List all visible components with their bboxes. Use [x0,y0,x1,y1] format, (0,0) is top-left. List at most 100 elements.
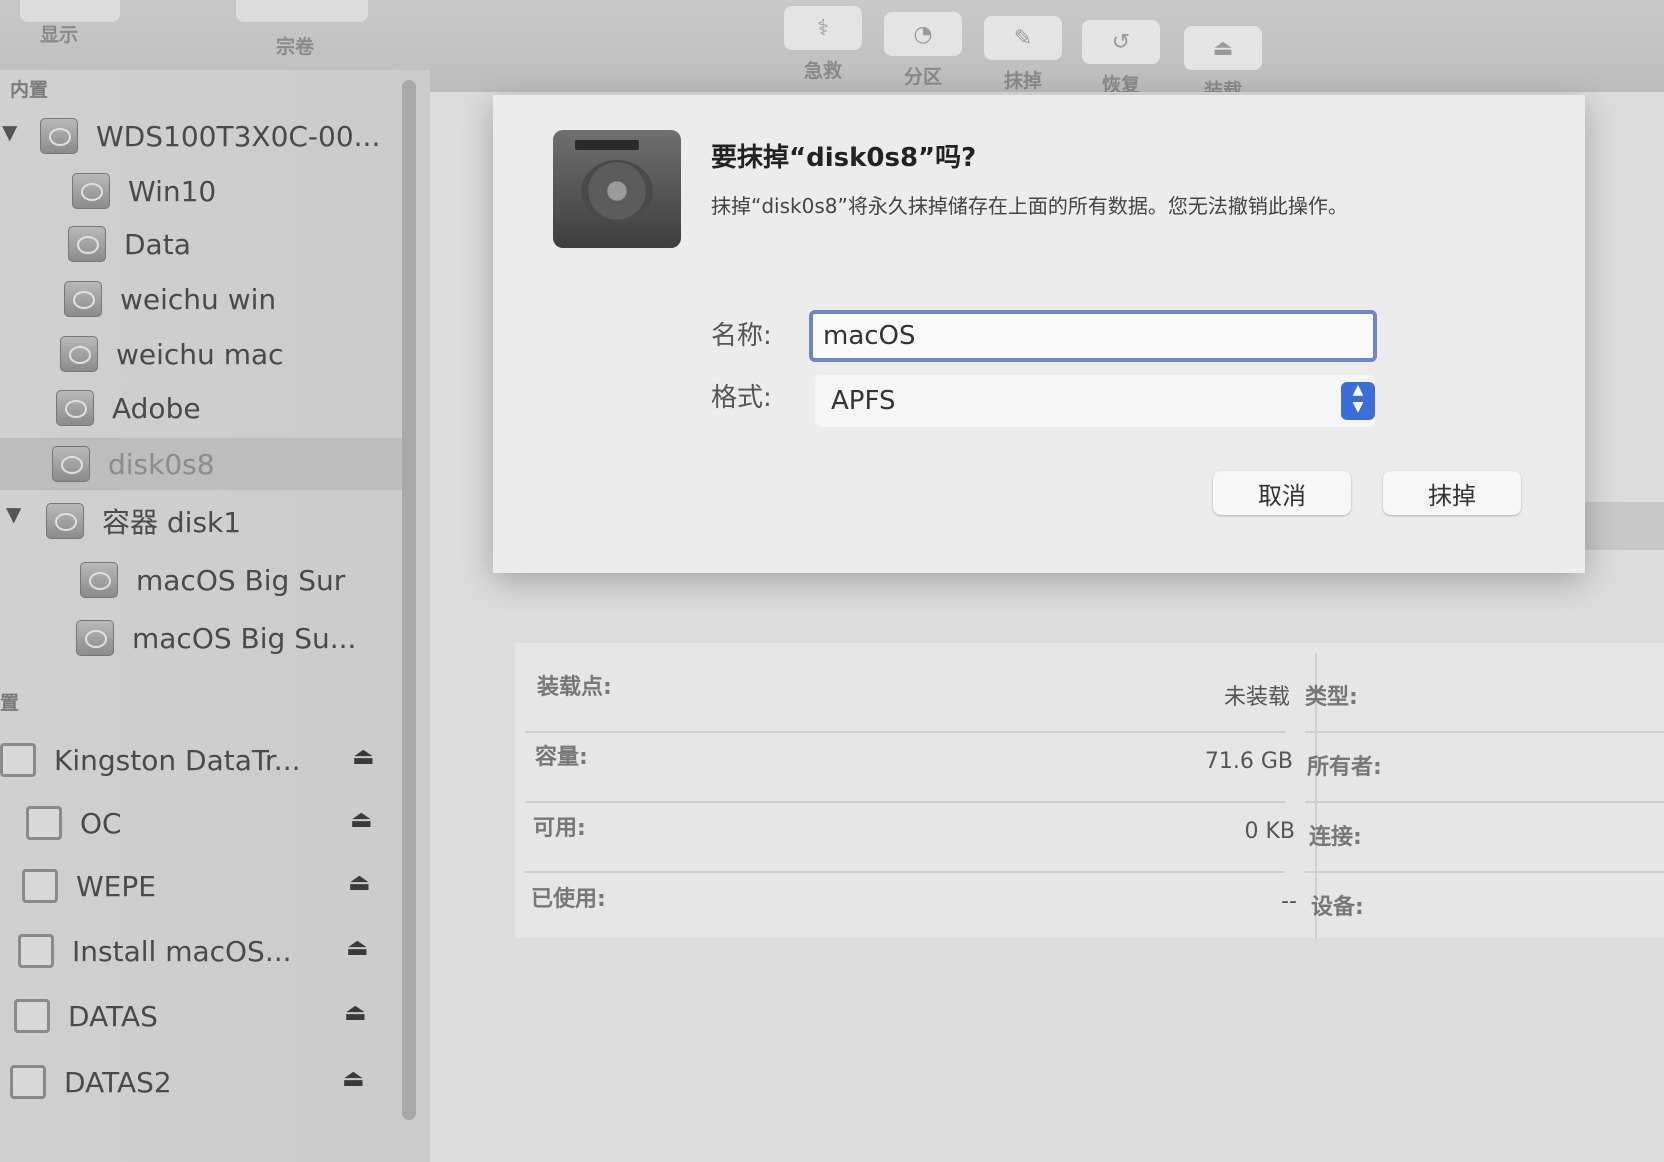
format-label: 格式: [711,383,772,413]
available-label: 可用: [533,816,586,841]
mount-point-label: 装载点: [537,675,612,700]
sidebar-item-disk0s8[interactable]: disk0s8 [0,438,402,490]
sidebar-item-adobe[interactable]: Adobe [0,382,400,434]
volume-icon [56,390,94,426]
divider [525,801,1285,803]
partition-icon: ◔ [884,12,962,56]
divider [525,871,1285,873]
format-select-value: APFS [831,386,896,416]
sidebar-item-label: WEPE [76,869,156,903]
view-button[interactable] [20,0,120,22]
sidebar-item-oc[interactable]: OC [0,797,400,849]
sidebar-item-label: Win10 [128,174,217,208]
external-section-header: 置 [0,692,20,714]
internal-disk-icon [40,118,78,154]
dialog-message: 抹掉“disk0s8”将永久抹掉储存在上面的所有数据。您无法撤销此操作。 [711,194,1348,218]
name-label: 名称: [711,321,772,351]
sidebar-item-label: Install macOS... [72,934,292,968]
erase-button[interactable]: 抹掉 [1383,471,1521,515]
container-icon [46,503,84,539]
sidebar-item-label: macOS Big Sur [136,563,346,597]
chevron-up-down-icon: ▲ ▼ [1341,382,1375,420]
volume-icon [68,226,106,262]
sidebar-item-install-macos[interactable]: Install macOS... [0,925,400,977]
sidebar-item-kingston[interactable]: Kingston DataTr... [0,734,400,786]
erase-dialog: 要抹掉“disk0s8”吗? 抹掉“disk0s8”将永久抹掉储存在上面的所有数… [493,95,1585,573]
name-field[interactable] [809,310,1377,362]
first-aid-label: 急救 [803,60,842,82]
sidebar-item-data[interactable]: Data [0,218,400,270]
eject-icon[interactable]: ⏏ [352,742,375,770]
owner-label: 所有者: [1307,755,1382,780]
format-select[interactable]: APFS ▲ ▼ [815,375,1375,427]
eject-icon[interactable]: ⏏ [350,805,373,833]
info-panel: 装载点: 未装载 容量: 71.6 GB 可用: 0 KB 已使用: -- 类型… [515,643,1664,938]
restore-icon: ↺ [1082,20,1160,64]
sidebar: 内置 ▼ WDS100T3X0C-00... Win10 Data weichu… [0,70,430,1162]
divider [1305,801,1664,803]
mount-icon: ⏏ [1184,26,1262,70]
sidebar-item-container-disk1[interactable]: 容器 disk1 [0,495,400,547]
sidebar-item-label: Data [124,227,191,261]
erase-icon: ✎ [984,16,1062,60]
sidebar-item-label: OC [80,806,122,840]
device-label: 设备: [1311,895,1364,920]
dialog-title: 要抹掉“disk0s8”吗? [711,143,977,173]
used-label: 已使用: [531,887,606,912]
erase-toolbar-button[interactable]: ✎ 抹掉 [984,16,1062,93]
partition-button[interactable]: ◔ 分区 [884,12,962,89]
sidebar-item-macos-big-sur-data[interactable]: macOS Big Su... [0,612,400,664]
sidebar-item-label: Kingston DataTr... [54,743,301,777]
sidebar-item-win10[interactable]: Win10 [0,165,400,217]
external-volume-icon [22,869,58,903]
cancel-button[interactable]: 取消 [1213,471,1351,515]
volume-icon [76,620,114,656]
eject-icon[interactable]: ⏏ [348,868,371,896]
sidebar-item-datas2[interactable]: DATAS2 [0,1056,400,1108]
divider [1305,731,1664,733]
eject-icon[interactable]: ⏏ [346,933,369,961]
connection-label: 连接: [1309,825,1362,850]
sidebar-item-label: DATAS2 [64,1065,172,1099]
volume-icon [52,446,90,482]
sidebar-item-label: weichu win [120,282,277,316]
restore-button[interactable]: ↺ 恢复 [1082,20,1160,97]
used-value: -- [1281,889,1297,914]
divider [1305,871,1664,873]
divider [525,731,1285,733]
external-volume-icon [10,1065,46,1099]
sidebar-item-label: disk0s8 [108,447,215,481]
stethoscope-icon: ⚕ [784,6,862,50]
sidebar-item-weichu-win[interactable]: weichu win [0,273,400,325]
internal-section-header: 内置 [10,79,49,101]
eject-icon[interactable]: ⏏ [344,998,367,1026]
sidebar-item-weichu-mac[interactable]: weichu mac [0,328,400,380]
sidebar-item-macos-big-sur[interactable]: macOS Big Sur [0,554,400,606]
external-volume-icon [26,806,62,840]
sidebar-item-wds100t3x0c[interactable]: WDS100T3X0C-00... [0,110,400,162]
sidebar-item-label: weichu mac [116,337,284,371]
sidebar-item-label: 容器 disk1 [102,506,242,539]
external-volume-icon [14,999,50,1033]
view-label: 显示 [40,24,79,46]
capacity-label: 容量: [535,745,588,770]
partition-label: 分区 [903,66,942,88]
volume-label: 宗卷 [276,36,315,58]
erase-toolbar-label: 抹掉 [1003,70,1042,92]
sidebar-scrollbar[interactable] [402,80,416,1120]
sidebar-item-label: WDS100T3X0C-00... [96,119,381,153]
sidebar-item-label: macOS Big Su... [132,621,357,655]
volume-icon [80,562,118,598]
available-value: 0 KB [1244,819,1295,844]
eject-icon[interactable]: ⏏ [342,1064,365,1092]
volume-button[interactable] [236,0,368,22]
sidebar-item-wepe[interactable]: WEPE [0,860,400,912]
volume-icon [72,173,110,209]
capacity-value: 71.6 GB [1204,749,1293,774]
volume-icon [64,281,102,317]
external-disk-icon [0,743,36,777]
sidebar-item-label: Adobe [112,391,201,425]
sidebar-item-datas[interactable]: DATAS [0,990,400,1042]
first-aid-button[interactable]: ⚕ 急救 [784,6,862,83]
volume-icon [60,336,98,372]
